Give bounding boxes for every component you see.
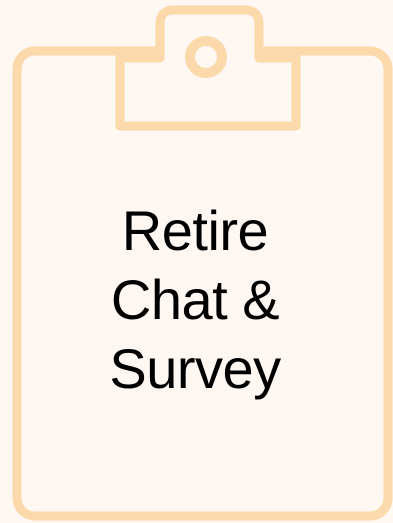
label-line-2: Chat &	[110, 268, 280, 331]
label-line-3: Survey	[109, 337, 281, 400]
clipboard-card: Retire Chat & Survey	[0, 0, 393, 523]
clipboard-label: Retire Chat & Survey	[35, 196, 355, 403]
label-line-1: Retire	[121, 199, 269, 262]
